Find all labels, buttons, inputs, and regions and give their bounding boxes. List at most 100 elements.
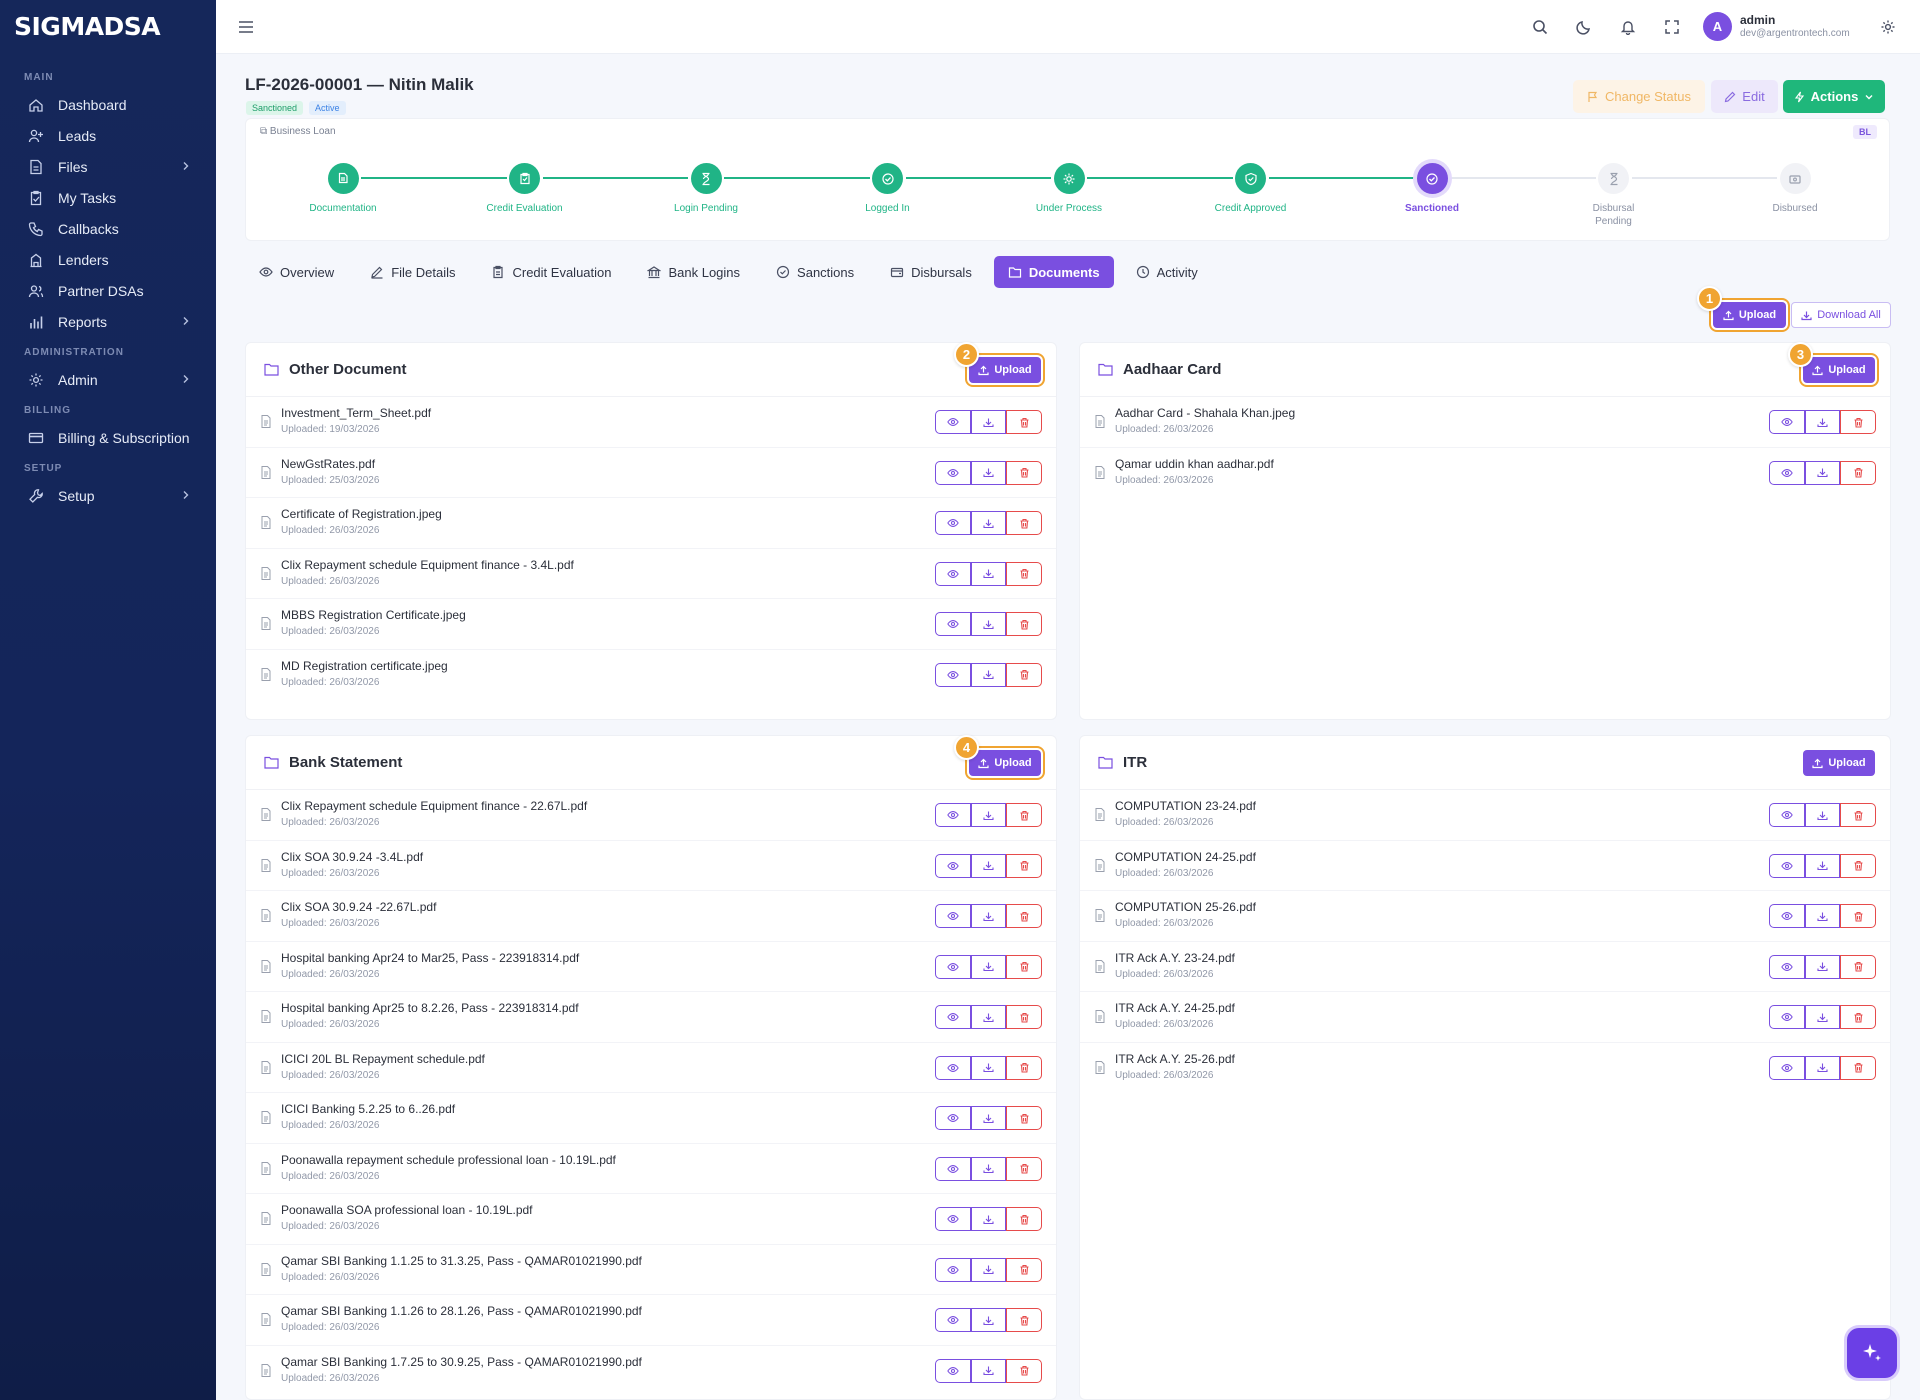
view-button[interactable] [1769,853,1805,878]
view-button[interactable] [1769,803,1805,827]
delete-button[interactable] [1840,853,1876,878]
download-button[interactable] [971,1358,1006,1383]
download-all-button[interactable]: Download All [1791,302,1891,328]
delete-button[interactable] [1006,410,1042,434]
delete-button[interactable] [1006,1308,1042,1332]
delete-button[interactable] [1840,460,1876,485]
sidebar-item-reports[interactable]: Reports [0,306,216,337]
sidebar-item-files[interactable]: Files [0,151,216,182]
delete-button[interactable] [1006,1156,1042,1181]
delete-button[interactable] [1006,612,1042,636]
view-button[interactable] [935,1005,971,1029]
fullscreen-icon[interactable] [1662,17,1682,37]
delete-button[interactable] [1006,1358,1042,1383]
view-button[interactable] [1769,954,1805,979]
download-button[interactable] [971,1106,1006,1130]
sidebar-item-partner-dsas[interactable]: Partner DSAs [0,275,216,306]
search-icon[interactable] [1530,17,1550,37]
view-button[interactable] [935,904,971,928]
view-button[interactable] [935,460,971,485]
sidebar-item-dashboard[interactable]: Dashboard [0,89,216,120]
delete-button[interactable] [1006,1257,1042,1282]
download-button[interactable] [1805,1005,1840,1029]
view-button[interactable] [935,803,971,827]
delete-button[interactable] [1006,561,1042,586]
view-button[interactable] [935,1358,971,1383]
download-button[interactable] [971,1055,1006,1080]
delete-button[interactable] [1006,1055,1042,1080]
tab-sanctions[interactable]: Sanctions [762,256,868,288]
group-upload-button[interactable]: Upload [969,357,1041,383]
view-button[interactable] [935,853,971,878]
download-button[interactable] [971,853,1006,878]
view-button[interactable] [1769,460,1805,485]
view-button[interactable] [935,612,971,636]
view-button[interactable] [935,954,971,979]
download-button[interactable] [971,1257,1006,1282]
sidebar-item-leads[interactable]: Leads [0,120,216,151]
download-button[interactable] [971,460,1006,485]
delete-button[interactable] [1840,803,1876,827]
menu-toggle-icon[interactable] [236,17,256,37]
delete-button[interactable] [1840,410,1876,434]
download-button[interactable] [1805,853,1840,878]
group-upload-button[interactable]: Upload [1803,357,1875,383]
download-button[interactable] [971,954,1006,979]
view-button[interactable] [935,1106,971,1130]
download-button[interactable] [1805,904,1840,928]
delete-button[interactable] [1006,662,1042,687]
sidebar-item-my-tasks[interactable]: My Tasks [0,182,216,213]
delete-button[interactable] [1840,1005,1876,1029]
delete-button[interactable] [1006,853,1042,878]
tab-file-details[interactable]: File Details [356,256,469,288]
tab-overview[interactable]: Overview [245,256,348,288]
group-upload-button[interactable]: Upload [1803,750,1875,776]
download-button[interactable] [971,803,1006,827]
download-button[interactable] [971,1156,1006,1181]
download-button[interactable] [971,904,1006,928]
view-button[interactable] [935,561,971,586]
ai-assistant-button[interactable] [1847,1328,1897,1378]
download-button[interactable] [1805,954,1840,979]
download-button[interactable] [971,561,1006,586]
download-button[interactable] [971,511,1006,535]
delete-button[interactable] [1006,904,1042,928]
actions-button[interactable]: Actions [1783,80,1885,113]
view-button[interactable] [935,1308,971,1332]
tab-bank-logins[interactable]: Bank Logins [633,256,754,288]
delete-button[interactable] [1840,954,1876,979]
user-menu[interactable]: A admin dev@argentrontech.com [1703,12,1850,41]
delete-button[interactable] [1006,1207,1042,1231]
download-button[interactable] [971,1207,1006,1231]
view-button[interactable] [1769,904,1805,928]
tab-documents[interactable]: Documents [993,256,1114,288]
bell-icon[interactable] [1618,17,1638,37]
download-button[interactable] [1805,803,1840,827]
view-button[interactable] [935,1207,971,1231]
sidebar-item-callbacks[interactable]: Callbacks [0,213,216,244]
delete-button[interactable] [1840,904,1876,928]
gear-icon[interactable] [1878,17,1898,37]
tab-activity[interactable]: Activity [1122,256,1212,288]
sidebar-item-billing-subscription[interactable]: Billing & Subscription [0,422,216,453]
download-button[interactable] [1805,460,1840,485]
view-button[interactable] [1769,1055,1805,1080]
sidebar-item-setup[interactable]: Setup [0,480,216,511]
download-button[interactable] [971,410,1006,434]
view-button[interactable] [935,1156,971,1181]
view-button[interactable] [1769,1005,1805,1029]
delete-button[interactable] [1006,954,1042,979]
tab-credit-evaluation[interactable]: Credit Evaluation [477,256,625,288]
sidebar-item-admin[interactable]: Admin [0,364,216,395]
tab-disbursals[interactable]: Disbursals [876,256,986,288]
moon-icon[interactable] [1574,17,1594,37]
view-button[interactable] [1769,410,1805,434]
download-button[interactable] [971,612,1006,636]
download-button[interactable] [971,1308,1006,1332]
download-button[interactable] [1805,1055,1840,1080]
change-status-button[interactable]: Change Status [1573,80,1705,113]
delete-button[interactable] [1006,803,1042,827]
view-button[interactable] [935,1257,971,1282]
download-button[interactable] [1805,410,1840,434]
download-button[interactable] [971,1005,1006,1029]
